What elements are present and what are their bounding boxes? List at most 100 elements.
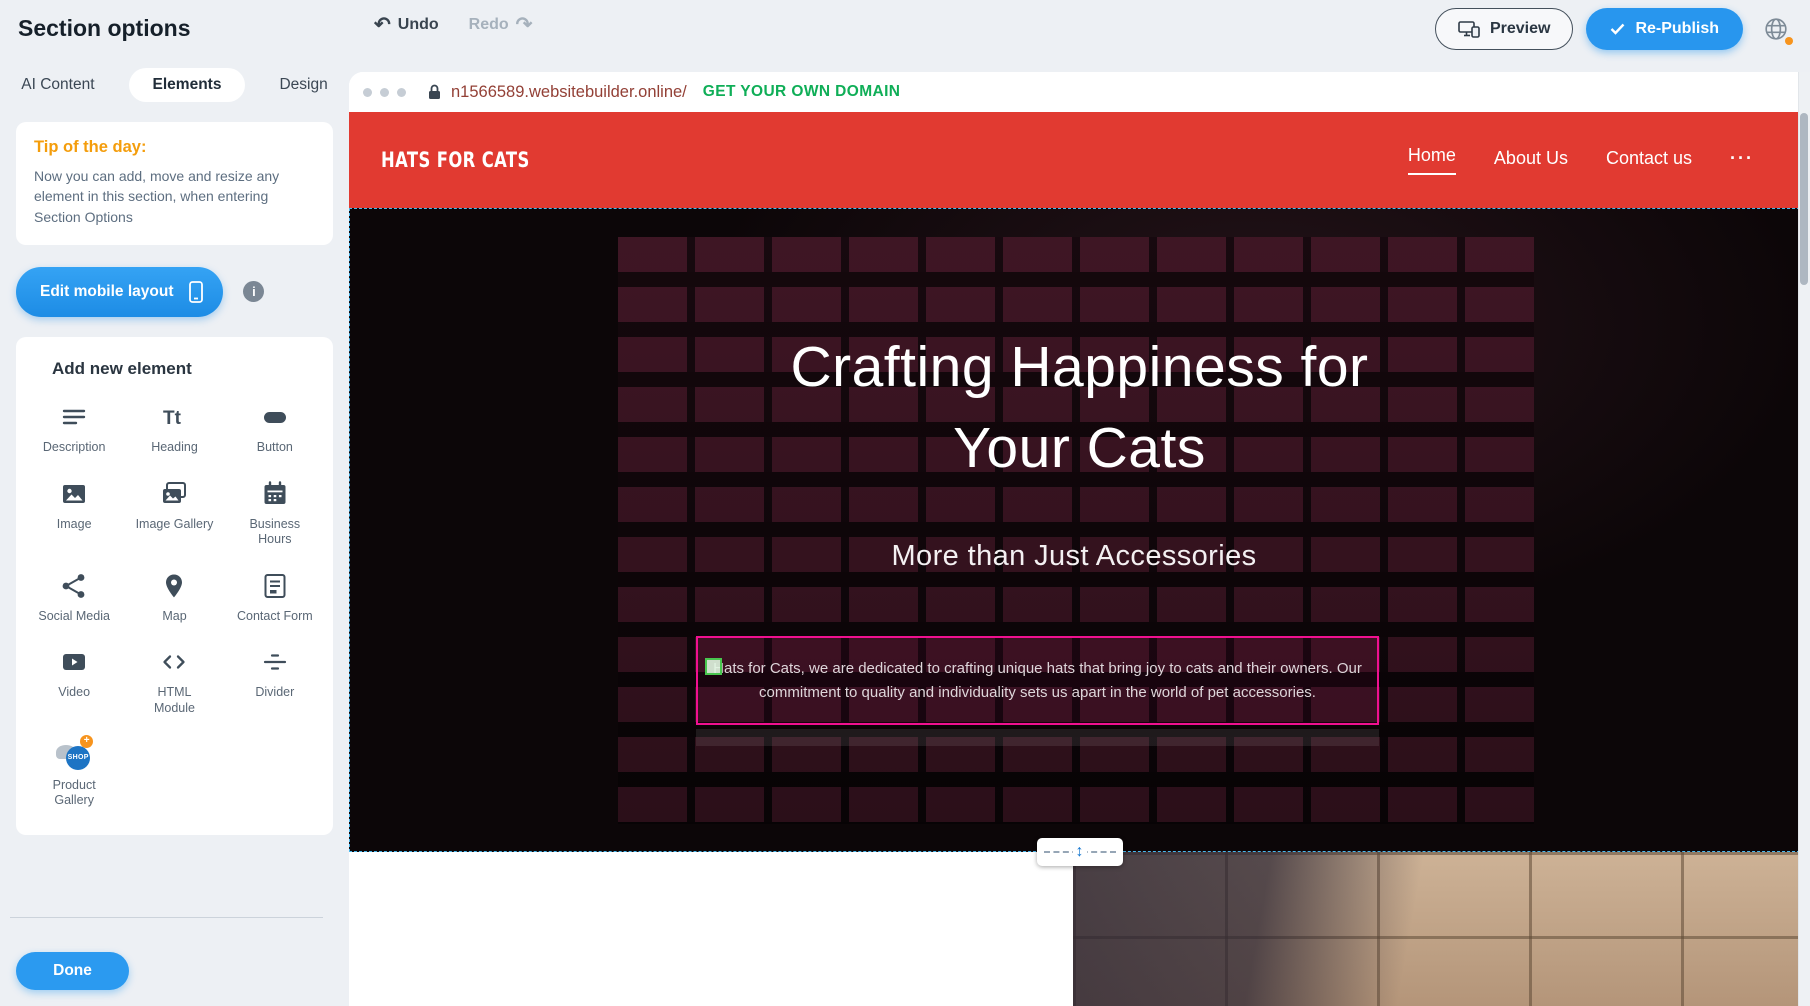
element-divider[interactable]: Divider [225,646,325,716]
element-button[interactable]: Button [225,401,325,456]
business-hours-icon [261,478,289,510]
canvas-scrollbar[interactable] [1798,72,1810,1006]
undo-redo-group: ↶ Undo Redo ↷ [374,15,532,35]
redo-label: Redo [469,16,509,34]
nav-home[interactable]: Home [1408,145,1456,175]
done-button[interactable]: Done [16,952,129,990]
add-panel-title: Add new element [52,359,325,379]
window-dot [380,88,389,97]
element-drag-handle[interactable] [705,658,722,675]
sidebar-tabs: AI Content Elements Design [0,68,349,102]
undo-icon: ↶ [374,15,391,35]
topbar-actions: Preview Re-Publish [1435,8,1796,50]
canvas-area: n1566589.websitebuilder.online/ GET YOUR… [349,58,1810,1006]
element-heading[interactable]: Tt Heading [124,401,224,456]
element-image[interactable]: Image [24,478,124,548]
divider-icon [261,646,289,678]
element-product-gallery[interactable]: SHOP + Product Gallery [24,739,124,809]
paragraph-element-selected[interactable]: Hats for Cats, we are dedicated to craft… [696,636,1379,725]
product-gallery-icon: SHOP + [56,739,92,771]
element-contact-form[interactable]: Contact Form [225,570,325,625]
window-dot [397,88,406,97]
browser-url-bar: n1566589.websitebuilder.online/ GET YOUR… [349,72,1810,112]
page-title: Section options [18,15,191,42]
element-video[interactable]: Video [24,646,124,716]
add-new-element-panel: Add new element Description Tt Heading [16,337,333,835]
preview-label: Preview [1490,20,1550,38]
tab-elements[interactable]: Elements [129,68,246,102]
browser-preview: n1566589.websitebuilder.online/ GET YOUR… [349,72,1810,1006]
video-icon [60,646,88,678]
element-label: Image [57,517,92,533]
heading-icon: Tt [160,401,188,433]
element-grid: Description Tt Heading Button [24,401,325,809]
lock-icon [428,84,441,100]
element-html-module[interactable]: HTML Module [124,646,224,716]
window-dots [363,88,406,97]
hero-title-line1: Crafting Happiness for [650,327,1510,408]
image-icon [60,478,88,510]
map-icon [160,570,188,602]
element-map[interactable]: Map [124,570,224,625]
site-viewport: HATS FOR CATS Home About Us Contact us ·… [349,112,1810,1006]
undo-button[interactable]: ↶ Undo [374,15,439,35]
sidebar-divider [10,917,323,918]
element-social-media[interactable]: Social Media [24,570,124,625]
website-builder-app: Section options ↶ Undo Redo ↷ Preview [0,0,1810,1006]
window-dot [363,88,372,97]
element-image-gallery[interactable]: Image Gallery [124,478,224,548]
get-your-own-domain-link[interactable]: GET YOUR OWN DOMAIN [703,83,901,101]
tab-ai-content[interactable]: AI Content [19,68,96,102]
element-business-hours[interactable]: Business Hours [225,478,325,548]
contact-form-icon [261,570,289,602]
element-label: Contact Form [237,609,313,625]
social-media-icon [60,570,88,602]
scrollbar-thumb[interactable] [1800,113,1808,285]
element-label: Description [43,440,106,456]
shop-badge: SHOP [66,746,90,770]
tab-design[interactable]: Design [277,68,329,102]
republish-label: Re-Publish [1635,20,1719,38]
notification-dot [1785,37,1793,45]
hero-title-line2: Your Cats [650,408,1510,489]
hero-subtitle: More than Just Accessories [350,540,1798,573]
site-logo: HATS FOR CATS [381,148,530,172]
phone-icon [189,281,203,303]
site-nav: Home About Us Contact us ··· [1408,145,1754,175]
nav-contact-us[interactable]: Contact us [1606,148,1692,173]
next-section [349,852,1810,1006]
element-label: Button [257,440,293,456]
tip-body: Now you can add, move and resize any ele… [34,166,315,227]
redo-button[interactable]: Redo ↷ [469,15,533,35]
element-label: Heading [151,440,198,456]
nav-about-us[interactable]: About Us [1494,148,1568,173]
description-icon [60,401,88,433]
undo-label: Undo [398,16,439,34]
plus-badge-icon: + [80,735,93,748]
language-globe-button[interactable] [1756,9,1796,49]
element-label: Product Gallery [35,778,113,809]
edit-mobile-layout-button[interactable]: Edit mobile layout [16,267,223,317]
image-gallery-icon [160,478,188,510]
element-label: Image Gallery [136,517,214,533]
hero-paragraph: Hats for Cats, we are dedicated to craft… [712,657,1363,705]
preview-button[interactable]: Preview [1435,8,1573,50]
republish-button[interactable]: Re-Publish [1586,8,1743,50]
button-icon [261,401,289,433]
element-label: Map [162,609,186,625]
hero-section-selected[interactable]: Crafting Happiness for Your Cats More th… [349,208,1810,852]
globe-icon [1764,17,1788,41]
element-label: Divider [255,685,294,701]
element-label: Business Hours [236,517,314,548]
element-description[interactable]: Description [24,401,124,456]
element-margin-indicator [696,729,1379,746]
element-label: HTML Module [135,685,213,716]
nav-more-button[interactable]: ··· [1730,148,1754,173]
floor-tiles-image [1073,852,1810,1006]
sidebar: AI Content Elements Design Tip of the da… [0,58,349,1006]
topbar: Section options ↶ Undo Redo ↷ Preview [0,0,1810,58]
info-icon[interactable]: i [243,281,264,302]
html-module-icon [160,646,188,678]
section-resize-handle[interactable]: ↕ [1037,838,1123,866]
edit-mobile-label: Edit mobile layout [40,283,173,301]
